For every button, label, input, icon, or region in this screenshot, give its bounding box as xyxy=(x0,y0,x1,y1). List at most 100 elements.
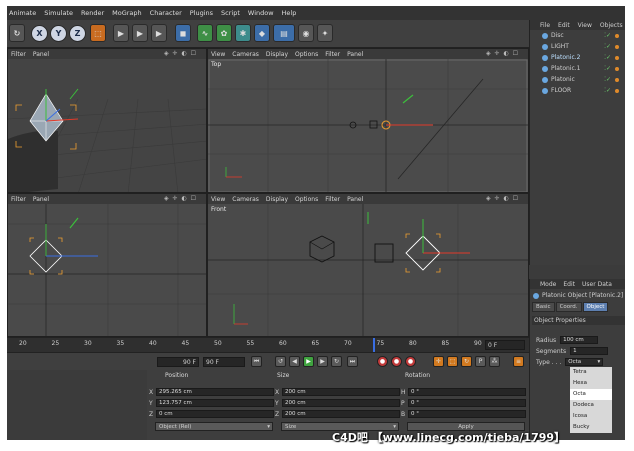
vp-right-filter[interactable]: Filter xyxy=(11,196,26,203)
menu-render[interactable]: Render xyxy=(81,9,104,17)
size-field[interactable]: 200 cm xyxy=(282,388,400,396)
om-view[interactable]: View xyxy=(578,22,592,29)
light-bulb-icon[interactable]: ✦ xyxy=(317,24,333,42)
rotation-field[interactable]: 0 ° xyxy=(408,399,526,407)
vp-top-cameras[interactable]: Cameras xyxy=(232,51,259,58)
object-row[interactable]: Platonic.2 ⁚✓ xyxy=(530,52,625,63)
render-settings-icon[interactable]: ▶ xyxy=(151,24,167,42)
next-key-icon[interactable]: ↻ xyxy=(331,356,342,367)
tab-basic[interactable]: Basic xyxy=(532,302,555,312)
current-frame-field[interactable]: 90 F xyxy=(157,357,199,367)
size-field[interactable]: 200 cm xyxy=(282,399,400,407)
cube-primitive-icon[interactable]: ◼ xyxy=(175,24,191,42)
tab-coord[interactable]: Coord. xyxy=(555,302,582,312)
go-to-start-icon[interactable]: ⏮ xyxy=(251,356,262,367)
z-axis-lock-button[interactable]: Z xyxy=(69,25,86,42)
deformer-icon[interactable]: ◆ xyxy=(254,24,270,42)
object-row[interactable]: LIGHT ⁚✓ xyxy=(530,41,625,52)
object-row[interactable]: FLOOR ⁚✓ xyxy=(530,85,625,96)
viewport-right[interactable]: Filter Panel ◈ ✛ ◐ ☐ xyxy=(7,193,207,337)
tag-icon[interactable] xyxy=(615,33,619,38)
am-userdata[interactable]: User Data xyxy=(582,281,612,288)
vp-top-panel[interactable]: Panel xyxy=(347,51,363,58)
visibility-check-icon[interactable]: ⁚✓ xyxy=(604,32,611,39)
position-field[interactable]: 0 cm xyxy=(156,410,274,418)
rotation-key-icon[interactable]: ↻ xyxy=(461,356,472,367)
om-objects[interactable]: Objects xyxy=(600,22,623,29)
viewport-nav-icons[interactable]: ◈ ✛ ◐ ☐ xyxy=(164,50,197,57)
viewport-nav-icons[interactable]: ◈ ✛ ◐ ☐ xyxy=(164,195,197,202)
viewport-top[interactable]: View Cameras Display Options Filter Pane… xyxy=(207,48,529,193)
menu-window[interactable]: Window xyxy=(248,9,274,17)
menu-simulate[interactable]: Simulate xyxy=(44,9,73,17)
am-edit[interactable]: Edit xyxy=(563,281,575,288)
coordinate-system-icon[interactable]: ⬚ xyxy=(90,24,106,42)
rotate-tool-icon[interactable]: ↻ xyxy=(9,24,25,42)
vp-top-display[interactable]: Display xyxy=(266,51,288,58)
menu-plugins[interactable]: Plugins xyxy=(190,9,213,17)
timeline-ruler[interactable]: 20 25 30 35 40 45 50 55 60 65 70 75 80 85 90 0 F xyxy=(7,337,529,352)
position-field[interactable]: 123.757 cm xyxy=(156,399,274,407)
subdivision-surface-icon[interactable]: ✿ xyxy=(216,24,232,42)
viewport-front[interactable]: View Cameras Display Options Filter Pane… xyxy=(207,193,529,337)
tag-icon[interactable] xyxy=(615,66,619,71)
radius-field[interactable]: 100 cm xyxy=(560,336,599,344)
spline-pen-icon[interactable]: ∿ xyxy=(197,24,213,42)
position-key-icon[interactable]: ✛ xyxy=(433,356,444,367)
vp-top-filter[interactable]: Filter xyxy=(325,51,340,58)
menu-mograph[interactable]: MoGraph xyxy=(112,9,142,17)
vp-front-view[interactable]: View xyxy=(211,196,225,203)
floor-scene-icon[interactable]: ▤ xyxy=(273,24,295,42)
vp-persp-filter[interactable]: Filter xyxy=(11,51,26,58)
menu-script[interactable]: Script xyxy=(221,9,240,17)
vp-front-filter[interactable]: Filter xyxy=(325,196,340,203)
autokey-icon[interactable]: ● xyxy=(391,356,402,367)
y-axis-lock-button[interactable]: Y xyxy=(50,25,67,42)
tag-icon[interactable] xyxy=(615,55,619,60)
next-frame-icon[interactable]: ▶ xyxy=(317,356,328,367)
am-mode[interactable]: Mode xyxy=(540,281,556,288)
play-icon[interactable]: ▶ xyxy=(303,356,314,367)
type-option-octa[interactable]: Octa xyxy=(570,389,612,400)
array-icon[interactable]: ✱ xyxy=(235,24,251,42)
object-row[interactable]: Platonic ⁚✓ xyxy=(530,74,625,85)
segments-field[interactable]: 1 xyxy=(570,347,609,355)
parameter-key-icon[interactable]: P xyxy=(475,356,486,367)
record-keyframe-icon[interactable]: ● xyxy=(377,356,388,367)
previous-frame-icon[interactable]: ◀ xyxy=(289,356,300,367)
timeline-playhead[interactable] xyxy=(373,338,375,352)
rotation-field[interactable]: 0 ° xyxy=(408,410,526,418)
tag-icon[interactable] xyxy=(615,88,619,93)
tag-icon[interactable] xyxy=(615,44,619,49)
vp-front-cameras[interactable]: Cameras xyxy=(232,196,259,203)
object-row[interactable]: Platonic.1 ⁚✓ xyxy=(530,63,625,74)
tab-object[interactable]: Object xyxy=(582,302,609,312)
visibility-check-icon[interactable]: ⁚✓ xyxy=(604,76,611,83)
vp-top-view[interactable]: View xyxy=(211,51,225,58)
viewport-nav-icons[interactable]: ◈ ✛ ◐ ☐ xyxy=(486,195,519,202)
om-edit[interactable]: Edit xyxy=(558,22,570,29)
vp-right-panel[interactable]: Panel xyxy=(33,196,49,203)
type-select[interactable]: Octa ▾ xyxy=(565,358,604,366)
rotation-field[interactable]: 0 ° xyxy=(408,388,526,396)
vp-front-display[interactable]: Display xyxy=(266,196,288,203)
end-frame-field[interactable]: 90 F xyxy=(203,357,245,367)
vp-persp-panel[interactable]: Panel xyxy=(33,51,49,58)
vp-front-panel[interactable]: Panel xyxy=(347,196,363,203)
viewport-nav-icons[interactable]: ◈ ✛ ◐ ☐ xyxy=(486,50,519,57)
go-to-end-icon[interactable]: ⏭ xyxy=(347,356,358,367)
object-row[interactable]: Disc ⁚✓ xyxy=(530,30,625,41)
timeline-end-field[interactable]: 0 F xyxy=(485,340,525,350)
render-picture-viewer-icon[interactable]: ▶ xyxy=(132,24,148,42)
vp-top-options[interactable]: Options xyxy=(295,51,318,58)
visibility-check-icon[interactable]: ⁚✓ xyxy=(604,54,611,61)
camera-icon[interactable]: ◉ xyxy=(298,24,314,42)
type-option-hexa[interactable]: Hexa xyxy=(570,378,612,389)
x-axis-lock-button[interactable]: X xyxy=(31,25,48,42)
coordinate-mode-select[interactable]: Object (Rel) ▾ xyxy=(155,422,273,431)
type-option-dodeca[interactable]: Dodeca xyxy=(570,400,612,411)
tag-icon[interactable] xyxy=(615,77,619,82)
vp-front-options[interactable]: Options xyxy=(295,196,318,203)
scale-key-icon[interactable]: ⬚ xyxy=(447,356,458,367)
render-view-icon[interactable]: ▶ xyxy=(113,24,129,42)
